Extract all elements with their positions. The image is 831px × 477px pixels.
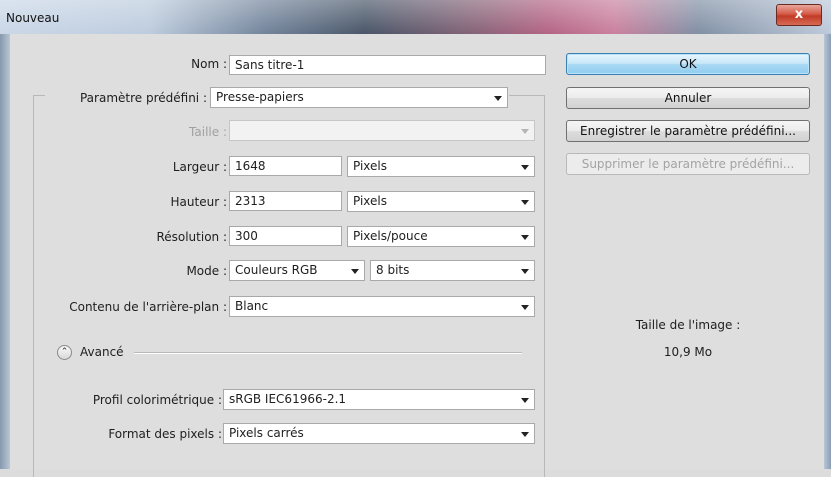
chevron-down-icon: [351, 269, 359, 274]
width-unit-value: Pixels: [353, 159, 388, 173]
mode-value: Couleurs RGB: [235, 263, 318, 277]
color-profile-select[interactable]: sRGB IEC61966-2.1: [223, 389, 535, 410]
width-label: Largeur :: [172, 160, 227, 174]
cancel-button[interactable]: Annuler: [566, 87, 810, 109]
title-bar[interactable]: Nouveau x: [0, 0, 831, 34]
height-unit-select[interactable]: Pixels: [347, 191, 535, 212]
pixel-aspect-select[interactable]: Pixels carrés: [223, 423, 535, 444]
image-size-label: Taille de l'image :: [635, 318, 741, 332]
preset-label: Paramètre prédéfini :: [79, 91, 207, 105]
advanced-separator-highlight: [134, 353, 522, 354]
window-frame-right: [824, 34, 831, 469]
group-border-left: [33, 95, 34, 477]
delete-preset-button: Supprimer le paramètre prédéfini...: [566, 153, 810, 175]
chevron-down-icon: [521, 129, 529, 134]
group-border-right: [544, 95, 545, 477]
background-content-select[interactable]: Blanc: [229, 296, 535, 317]
close-button[interactable]: x: [776, 4, 822, 26]
pixel-aspect-value: Pixels carrés: [229, 426, 304, 440]
bit-depth-value: 8 bits: [376, 263, 410, 277]
dialog-body: Nom : Sans titre-1 Paramètre prédéfini :…: [10, 34, 824, 477]
resolution-unit-select[interactable]: Pixels/pouce: [347, 226, 535, 247]
image-size-value: 10,9 Mo: [663, 345, 713, 359]
new-document-dialog: Nouveau x Nom : Sans titre-1 Paramètre p…: [0, 0, 831, 477]
chevron-down-icon: [521, 235, 529, 240]
chevron-down-icon: [521, 269, 529, 274]
width-unit-select[interactable]: Pixels: [347, 156, 535, 177]
preset-value: Presse-papiers: [216, 90, 304, 104]
resolution-unit-value: Pixels/pouce: [353, 229, 428, 243]
mode-select[interactable]: Couleurs RGB: [229, 260, 365, 281]
size-select: [229, 120, 535, 141]
width-input[interactable]: 1648: [229, 156, 342, 176]
height-unit-value: Pixels: [353, 194, 388, 208]
background-content-label: Contenu de l'arrière-plan :: [69, 300, 227, 314]
resolution-input[interactable]: 300: [229, 226, 342, 246]
height-label: Hauteur :: [170, 195, 227, 209]
resolution-label: Résolution :: [156, 230, 227, 244]
color-profile-label: Profil colorimétrique :: [92, 393, 222, 407]
ok-button[interactable]: OK: [566, 53, 810, 75]
height-input[interactable]: 2313: [229, 191, 342, 211]
color-profile-value: sRGB IEC61966-2.1: [229, 392, 347, 406]
chevron-down-icon: [494, 96, 502, 101]
preset-select[interactable]: Presse-papiers: [210, 87, 508, 108]
save-preset-button[interactable]: Enregistrer le paramètre prédéfini...: [566, 120, 810, 142]
chevron-up-icon[interactable]: ⌃: [57, 345, 72, 360]
name-input[interactable]: Sans titre-1: [229, 55, 546, 75]
chevron-down-icon: [521, 398, 529, 403]
pixel-aspect-label: Format des pixels :: [108, 427, 222, 441]
advanced-toggle-label[interactable]: Avancé: [80, 345, 124, 359]
chevron-down-icon: [521, 432, 529, 437]
chevron-down-icon: [521, 200, 529, 205]
chevron-down-icon: [521, 165, 529, 170]
background-content-value: Blanc: [235, 299, 269, 313]
size-label: Taille :: [189, 125, 227, 139]
window-title: Nouveau: [6, 11, 60, 25]
bit-depth-select[interactable]: 8 bits: [370, 260, 535, 281]
name-label: Nom :: [191, 57, 227, 71]
chevron-down-icon: [521, 305, 529, 310]
group-border-top-left: [33, 95, 45, 96]
window-frame-left: [0, 34, 10, 469]
group-border-top-right: [509, 95, 544, 96]
mode-label: Mode :: [186, 264, 227, 278]
